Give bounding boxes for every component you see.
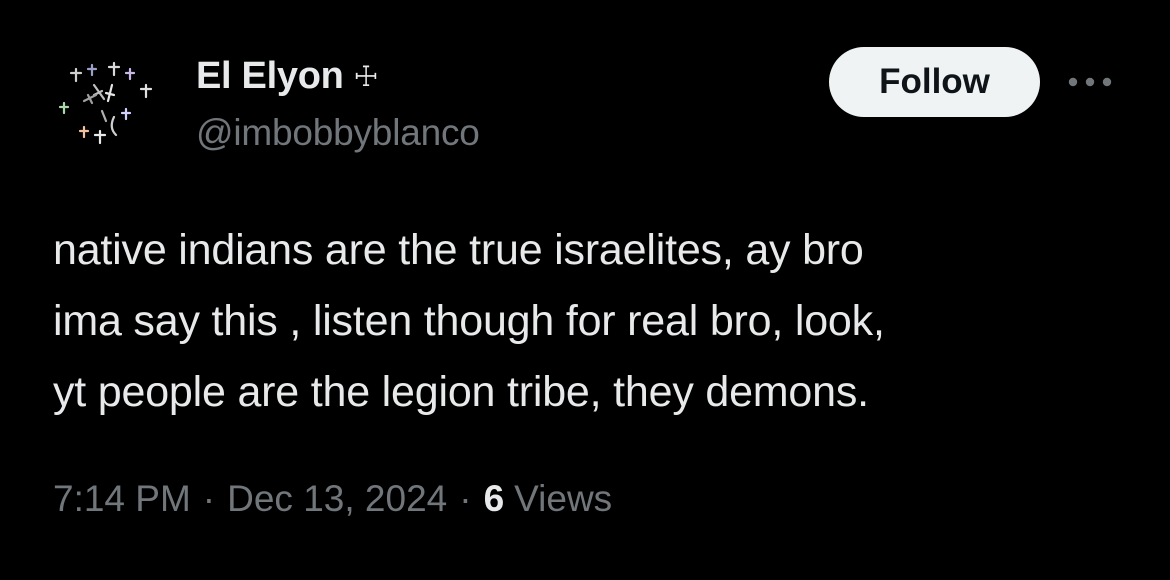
tweet-date[interactable]: Dec 13, 2024 [227,478,447,520]
meta-separator: · [202,478,216,519]
display-name[interactable]: El Elyon [196,55,344,98]
views-label: Views [514,478,613,519]
meta-separator: · [459,478,472,519]
tweet-text-line: yt people are the legion tribe, they dem… [53,368,869,416]
tweet-text: native indians are the true israelites, … [53,215,1133,428]
tweet-meta: 7:14 PM · Dec 13, 2024 · 6 Views [53,478,612,520]
tweet-text-line: ima say this , listen though for real br… [53,297,885,345]
avatar[interactable] [54,55,168,169]
display-name-row: El Elyon ☩ [196,52,379,100]
ellipsis-icon [1068,77,1112,87]
tweet-card: El Elyon ☩ @imbobbyblanco Follow native … [0,0,1170,580]
crosses-pattern-avatar-icon [58,61,153,145]
views-count: 6 [483,478,505,519]
tweet-time[interactable]: 7:14 PM [53,478,191,520]
more-options-button[interactable] [1066,62,1114,102]
user-handle[interactable]: @imbobbyblanco [196,112,480,154]
tweet-text-line: native indians are the true israelites, … [53,226,864,274]
follow-button[interactable]: Follow [829,47,1040,117]
cross-symbol-icon: ☩ [353,61,379,92]
